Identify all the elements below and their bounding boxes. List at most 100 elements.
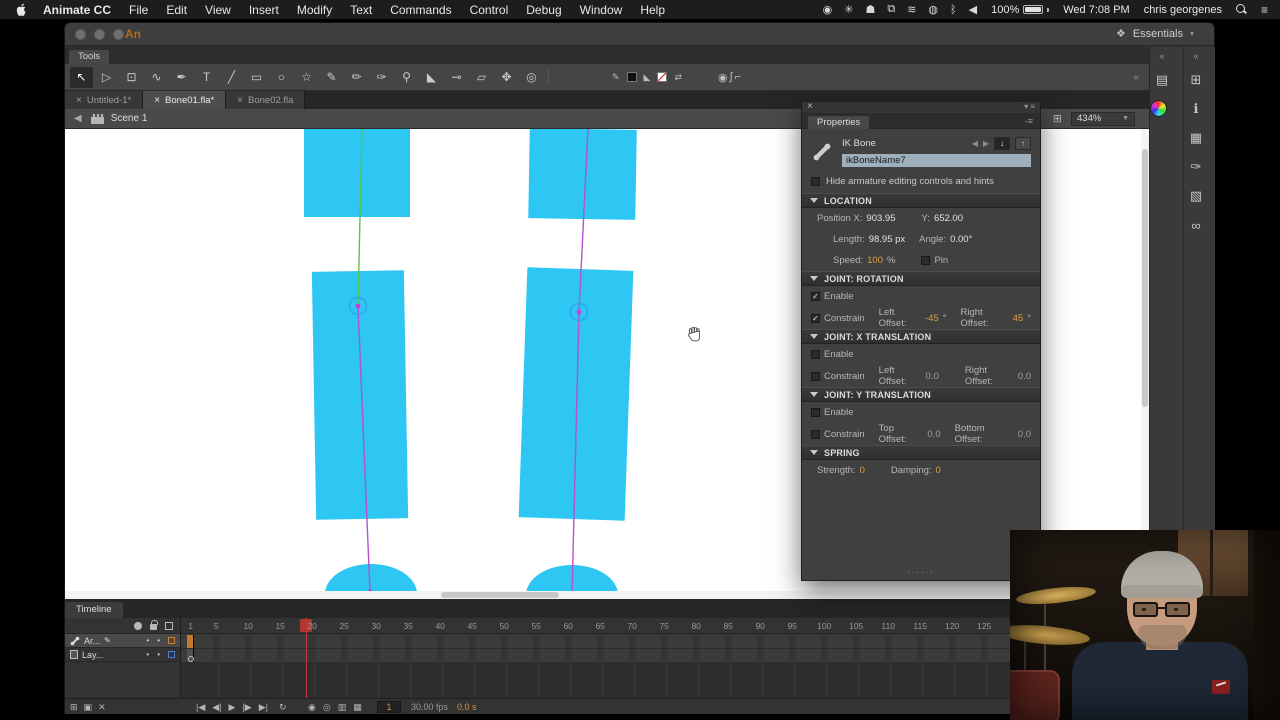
new-folder-button[interactable]: ▣ xyxy=(84,701,93,713)
menu-insert[interactable]: Insert xyxy=(240,3,288,17)
armature-keyframe-cell[interactable] xyxy=(187,634,195,648)
shape-rect-right-mid[interactable] xyxy=(518,267,634,521)
text-tool[interactable]: T xyxy=(195,67,218,88)
shape-rect-left-top[interactable] xyxy=(304,129,410,217)
menu-control[interactable]: Control xyxy=(461,3,518,17)
zoom-tool[interactable]: ◎ xyxy=(520,67,543,88)
app-status-icon[interactable]: ☗ xyxy=(865,3,875,16)
vertical-scrollbar[interactable] xyxy=(1141,129,1149,591)
frame-grid[interactable] xyxy=(181,634,1149,662)
stroke-color-swatch[interactable] xyxy=(626,72,637,82)
layer-lock-dot[interactable]: • xyxy=(157,650,160,659)
vertical-scrollbar-thumb[interactable] xyxy=(1142,149,1148,407)
code-snippets-panel-icon[interactable]: ∞ xyxy=(1184,214,1208,236)
edit-symbols-icon[interactable]: ⊞ xyxy=(1053,112,1062,125)
previous-bone-icon[interactable]: ◀ xyxy=(972,139,978,148)
pen-tool[interactable]: ✒ xyxy=(170,67,193,88)
menu-view[interactable]: View xyxy=(196,3,240,17)
menu-commands[interactable]: Commands xyxy=(381,3,460,17)
oval-tool[interactable]: ○ xyxy=(270,67,293,88)
position-y-value[interactable]: 652.00 xyxy=(934,213,963,224)
collapse-panels-icon[interactable]: « xyxy=(1184,50,1208,62)
parent-bone-button[interactable]: ↑ xyxy=(1015,137,1031,150)
swatches-panel-icon[interactable]: ▦ xyxy=(1184,127,1208,149)
play-button[interactable]: ▶ xyxy=(229,701,236,713)
flower-icon[interactable]: ✳ xyxy=(844,3,853,16)
align-panel-icon[interactable]: ⊞ xyxy=(1184,69,1208,91)
close-window-button[interactable] xyxy=(75,29,86,40)
damping-value[interactable]: 0 xyxy=(936,465,941,476)
shape-rect-right-top[interactable] xyxy=(528,129,637,220)
bone-name-input[interactable]: ikBoneName7 xyxy=(842,154,1031,167)
layer-row-layer1[interactable]: Lay... • • xyxy=(65,648,180,662)
layer-lock-dot[interactable]: • xyxy=(157,636,160,645)
rotation-right-offset-value[interactable]: 45 xyxy=(1013,313,1024,324)
collapse-panel-icon[interactable]: ▾ ≡ xyxy=(1024,102,1035,111)
layer-row-armature[interactable]: Ar... ✎ • • xyxy=(65,634,180,648)
horizontal-scrollbar-thumb[interactable] xyxy=(441,592,559,598)
panel-menu-icon[interactable]: -≡ xyxy=(1025,116,1033,126)
workspace-switcher[interactable]: ❖ Essentials ▾ xyxy=(1116,27,1194,41)
subselection-tool[interactable]: ▷ xyxy=(95,67,118,88)
position-x-value[interactable]: 903.95 xyxy=(866,213,895,224)
selection-tool[interactable]: ↖ xyxy=(70,66,93,88)
step-forward-button[interactable]: |▶ xyxy=(242,701,251,713)
x-enable-checkbox[interactable] xyxy=(811,350,820,359)
bluetooth-icon[interactable]: ᛒ xyxy=(950,4,957,16)
library-panel-icon[interactable]: ▤ xyxy=(1150,69,1174,91)
hand-tool[interactable]: ✥ xyxy=(495,67,518,88)
fill-color-swatch[interactable] xyxy=(657,72,668,82)
tools-tab[interactable]: Tools xyxy=(69,50,110,64)
horizontal-scrollbar[interactable] xyxy=(65,591,1141,599)
menu-debug[interactable]: Debug xyxy=(517,3,570,17)
x-constrain-checkbox[interactable] xyxy=(811,371,820,381)
polystar-tool[interactable]: ☆ xyxy=(295,67,318,88)
doc-tab-bone02-fla[interactable]: × Bone02.fla xyxy=(226,91,306,109)
wifi-icon[interactable]: ≋ xyxy=(907,3,916,16)
layer-visibility-dot[interactable]: • xyxy=(146,650,149,659)
onion-skin-outlines-button[interactable]: ◎ xyxy=(323,701,331,713)
paint-bucket-tool[interactable]: ◣ xyxy=(420,67,443,88)
menu-modify[interactable]: Modify xyxy=(288,3,341,17)
paint-brush-tool[interactable]: ✑ xyxy=(370,67,393,88)
zoom-window-button[interactable] xyxy=(113,29,124,40)
menubar-user[interactable]: chris georgenes xyxy=(1144,4,1222,16)
pencil-tool[interactable]: ✎ xyxy=(320,67,343,88)
child-bone-button[interactable]: ↓ xyxy=(994,137,1010,150)
timeline-tab[interactable]: Timeline xyxy=(65,602,123,618)
go-to-first-frame-button[interactable]: |◀ xyxy=(196,701,205,713)
lock-all-layers-icon[interactable] xyxy=(150,620,158,630)
section-joint-y-translation[interactable]: JOINT: Y TRANSLATION xyxy=(802,387,1040,402)
menubar-clock[interactable]: Wed 7:08 PM xyxy=(1063,4,1129,16)
layer-name[interactable]: Ar... xyxy=(84,636,100,646)
info-panel-icon[interactable]: ℹ xyxy=(1184,98,1208,120)
zoom-level-select[interactable]: 434% ▼ xyxy=(1071,111,1135,126)
delete-layer-button[interactable]: ✕ xyxy=(98,701,106,713)
next-bone-icon[interactable]: ▶ xyxy=(983,139,989,148)
lasso-tool[interactable]: ∿ xyxy=(145,67,168,88)
apple-menu[interactable] xyxy=(14,3,26,17)
new-layer-button[interactable]: ⊞ xyxy=(70,701,78,713)
y-enable-checkbox[interactable] xyxy=(811,408,820,417)
layer-outline-swatch[interactable] xyxy=(168,651,175,658)
menu-text[interactable]: Text xyxy=(341,3,381,17)
scene-breadcrumb[interactable]: Scene 1 xyxy=(111,113,148,124)
minimize-window-button[interactable] xyxy=(94,29,105,40)
section-joint-rotation[interactable]: JOINT: ROTATION xyxy=(802,271,1040,286)
step-back-button[interactable]: ◀| xyxy=(212,701,221,713)
tab-close-icon[interactable]: × xyxy=(76,95,82,106)
bone-tool[interactable]: ⚲ xyxy=(395,67,418,88)
menu-file[interactable]: File xyxy=(120,3,157,17)
notification-center-icon[interactable]: ≡ xyxy=(1261,3,1268,17)
edit-multiple-frames-button[interactable]: ▥ xyxy=(338,701,347,713)
section-location[interactable]: LOCATION xyxy=(802,193,1040,208)
hide-armature-checkbox[interactable] xyxy=(811,177,820,186)
line-tool[interactable]: ╱ xyxy=(220,67,243,88)
layer-name[interactable]: Lay... xyxy=(82,650,103,660)
collapse-toolbar-icon[interactable]: « xyxy=(1133,72,1139,83)
menu-help[interactable]: Help xyxy=(631,3,674,17)
color-panel-icon[interactable] xyxy=(1150,100,1167,117)
menu-animate-cc[interactable]: Animate CC xyxy=(34,3,120,17)
frame-ruler[interactable]: 1 5 10 15 20 25 30 35 40 45 50 55 60 65 70 75 80 85 90 95 10… xyxy=(181,618,1149,634)
screen-record-icon[interactable]: ◉ xyxy=(823,3,833,16)
